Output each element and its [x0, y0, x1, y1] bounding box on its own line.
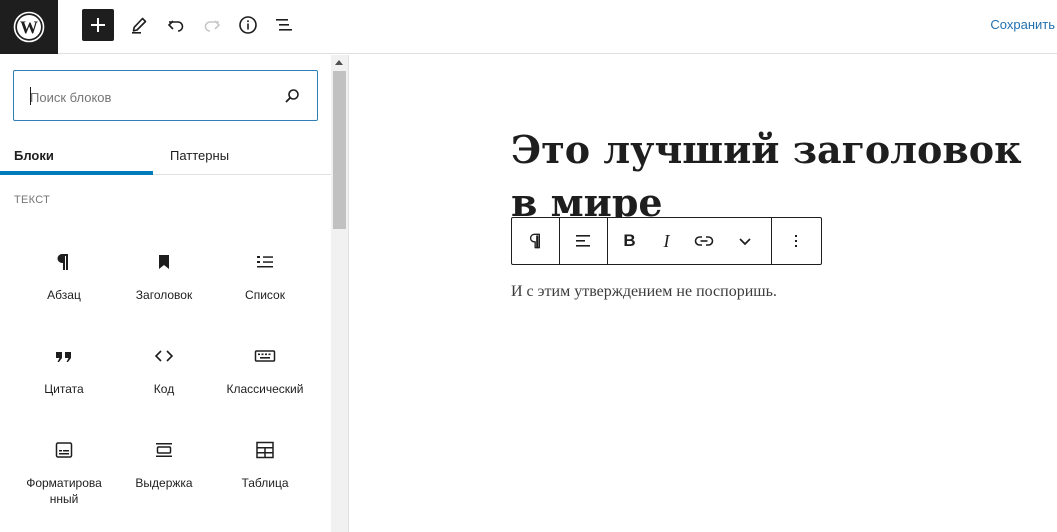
block-label: Форматирова нный — [26, 476, 102, 506]
wordpress-logo-icon[interactable]: W — [0, 0, 58, 54]
undo-button[interactable] — [160, 9, 192, 41]
tab-patterns[interactable]: Паттерны — [170, 135, 229, 175]
paragraph-icon — [52, 250, 76, 274]
toolbar-group-options — [772, 218, 819, 264]
italic-icon: I — [663, 230, 670, 251]
block-options-button[interactable] — [777, 218, 814, 264]
block-quote[interactable]: Цитата — [14, 344, 114, 397]
undo-icon — [167, 20, 184, 32]
bookmark-icon — [152, 250, 176, 274]
block-heading[interactable]: Заголовок — [114, 250, 214, 303]
list-view-icon — [276, 19, 292, 31]
block-table[interactable]: Таблица — [215, 438, 315, 491]
pullquote-icon — [152, 438, 176, 462]
details-button[interactable] — [232, 9, 264, 41]
block-search-input[interactable] — [30, 87, 270, 107]
italic-button[interactable]: I — [648, 218, 685, 264]
block-label: Выдержка — [135, 476, 193, 490]
search-icon — [285, 89, 299, 103]
bold-button[interactable]: B — [611, 218, 648, 264]
add-block-button[interactable] — [82, 9, 114, 41]
table-icon — [253, 438, 277, 462]
editor-canvas: Это лучший заголовок в мире B I И с этим… — [349, 55, 1057, 532]
list-icon — [253, 250, 277, 274]
align-left-icon — [575, 235, 590, 247]
keyboard-icon — [253, 344, 277, 368]
inserter-tabs: Блоки Паттерны — [0, 135, 331, 175]
redo-icon — [204, 20, 221, 32]
pencil-icon — [132, 17, 147, 34]
block-type-button[interactable] — [517, 218, 554, 264]
block-pullquote[interactable]: Выдержка — [114, 438, 214, 491]
list-view-button[interactable] — [268, 9, 300, 41]
scroll-up-arrow-icon[interactable] — [335, 60, 343, 65]
align-button[interactable] — [565, 218, 602, 264]
bold-icon: B — [623, 231, 636, 250]
block-search[interactable] — [13, 70, 318, 121]
link-button[interactable] — [685, 218, 722, 264]
redo-button[interactable] — [196, 9, 228, 41]
editor-header: W Сохранить — [0, 0, 1057, 54]
tools-button[interactable] — [123, 9, 155, 41]
toolbar-group-transform — [512, 218, 560, 264]
link-icon — [694, 236, 713, 246]
more-formats-button[interactable] — [722, 218, 768, 264]
toolbar-group-format: B I — [608, 218, 772, 264]
paragraph-icon — [529, 233, 540, 249]
save-button[interactable]: Сохранить — [990, 17, 1055, 32]
preformatted-icon — [52, 438, 76, 462]
quote-icon — [52, 344, 76, 368]
block-label: Код — [153, 382, 175, 396]
text-caret — [30, 87, 31, 105]
more-vertical-icon — [794, 235, 797, 247]
block-list[interactable]: Список — [215, 250, 315, 303]
chevron-down-icon — [739, 238, 751, 246]
block-label: Абзац — [47, 288, 81, 302]
block-classic[interactable]: Классический — [215, 344, 315, 397]
category-heading: Текст — [14, 194, 51, 206]
info-icon — [239, 16, 257, 34]
block-inserter-panel: Блоки Паттерны Текст Абзац Заголовок Спи… — [0, 55, 349, 532]
post-heading[interactable]: Это лучший заголовок в мире — [511, 123, 1051, 229]
active-tab-indicator — [0, 171, 153, 175]
block-label: Таблица — [241, 476, 289, 490]
block-code[interactable]: Код — [114, 344, 214, 397]
block-paragraph[interactable]: Абзац — [14, 250, 114, 303]
block-label: Список — [245, 288, 285, 302]
tab-blocks[interactable]: Блоки — [14, 135, 153, 175]
code-icon — [152, 344, 176, 368]
block-label: Заголовок — [135, 288, 193, 302]
block-toolbar: B I — [511, 217, 822, 265]
sidebar-scrollbar[interactable] — [331, 55, 348, 532]
block-label: Цитата — [44, 382, 84, 396]
toolbar-group-align — [560, 218, 608, 264]
block-preformatted[interactable]: Форматирова нный — [14, 438, 114, 507]
plus-icon — [91, 18, 105, 32]
svg-text:W: W — [20, 18, 38, 38]
block-label: Классический — [226, 382, 304, 396]
scrollbar-thumb[interactable] — [333, 71, 346, 229]
post-paragraph[interactable]: И с этим утверждением не поспоришь. — [511, 283, 777, 301]
